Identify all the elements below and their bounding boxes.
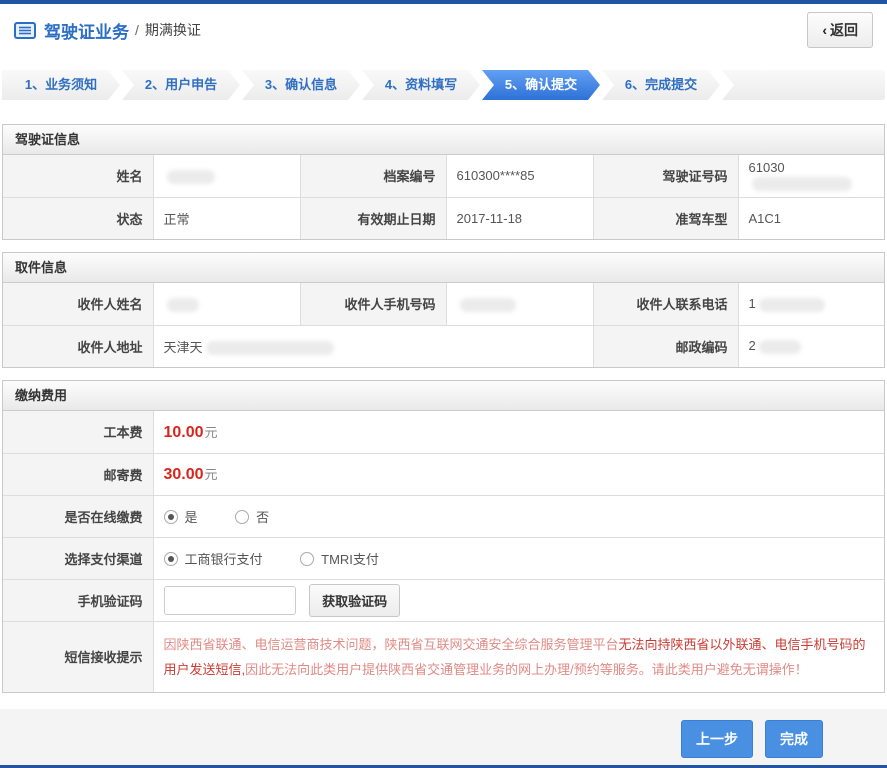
radio-option-yes[interactable]: 是 bbox=[163, 509, 198, 525]
table-row: 收件人地址 天津天 邮政编码 2 bbox=[3, 324, 884, 367]
field-value-recipient-phone: 1 bbox=[737, 283, 884, 325]
table-row: 工本费 10.00元 bbox=[3, 411, 884, 453]
step-6-complete-submit: 6、完成提交 bbox=[602, 70, 720, 100]
table-row: 邮寄费 30.00元 bbox=[3, 452, 884, 495]
step-3-confirm-info: 3、确认信息 bbox=[242, 70, 360, 100]
section-pickup-info: 取件信息 收件人姓名 收件人手机号码 收件人联系电话 1 收件人地址 天津天 邮… bbox=[2, 252, 885, 368]
field-value-vehicle-class: A1C1 bbox=[737, 196, 884, 239]
step-1-business-notes: 1、业务须知 bbox=[2, 70, 120, 100]
field-value-mailing-fee: 30.00元 bbox=[152, 452, 884, 495]
field-label-vehicle-class: 准驾车型 bbox=[592, 196, 738, 239]
field-label-license-number: 驾驶证号码 bbox=[592, 155, 738, 197]
breadcrumb-current: 期满换证 bbox=[144, 22, 201, 38]
radio-unselected-icon[interactable] bbox=[300, 551, 315, 566]
mailing-fee-amount: 30.00 bbox=[163, 466, 204, 483]
redacted-blur bbox=[166, 297, 199, 312]
footer-action-bar: 上一步 完成 bbox=[0, 709, 887, 768]
section-title-fees: 缴纳费用 bbox=[3, 381, 884, 411]
get-captcha-button[interactable]: 获取验证码 bbox=[309, 583, 401, 617]
field-label-expiry-date: 有效期止日期 bbox=[299, 196, 446, 239]
redacted-blur bbox=[166, 169, 215, 184]
field-label-production-fee: 工本费 bbox=[3, 411, 153, 453]
redacted-blur bbox=[758, 297, 825, 312]
section-fees: 缴纳费用 工本费 10.00元 邮寄费 30.00元 是否在线缴费 是 否 选择… bbox=[2, 380, 885, 694]
section-license-info: 驾驶证信息 姓名 档案编号 610300****85 驾驶证号码 61030 状… bbox=[2, 124, 885, 240]
redacted-blur bbox=[758, 340, 801, 355]
section-title-license: 驾驶证信息 bbox=[3, 125, 884, 155]
radio-unselected-icon[interactable] bbox=[235, 509, 250, 524]
page-title: 驾驶证业务 bbox=[44, 22, 129, 42]
table-row: 是否在线缴费 是 否 bbox=[3, 494, 884, 537]
field-label-file-number: 档案编号 bbox=[299, 155, 446, 197]
payment-channel-options: 工商银行支付 TMRI支付 bbox=[152, 536, 884, 579]
redacted-blur bbox=[205, 341, 334, 356]
field-label-recipient-name: 收件人姓名 bbox=[3, 283, 153, 325]
sms-notice-text: 因陕西省联通、电信运营商技术问题，陕西省互联网交通安全综合服务管理平台无法向持陕… bbox=[152, 620, 884, 693]
radio-option-icbc[interactable]: 工商银行支付 bbox=[163, 551, 263, 567]
redacted-blur bbox=[751, 177, 852, 192]
finish-button[interactable]: 完成 bbox=[765, 719, 823, 758]
field-label-recipient-address: 收件人地址 bbox=[3, 324, 153, 367]
field-label-online-payment: 是否在线缴费 bbox=[3, 494, 153, 537]
notice-text-part3: 因此无法向此类用户提供陕西省交通管理业务的网上办理/预约等服务。请此类用户避免无… bbox=[245, 661, 808, 677]
table-row: 短信接收提示 因陕西省联通、电信运营商技术问题，陕西省互联网交通安全综合服务管理… bbox=[3, 620, 884, 693]
section-title-pickup: 取件信息 bbox=[3, 253, 884, 283]
field-label-sms-notice: 短信接收提示 bbox=[3, 620, 153, 693]
field-value-license-number: 61030 bbox=[737, 155, 884, 197]
license-info-table: 姓名 档案编号 610300****85 驾驶证号码 61030 状态 正常 有… bbox=[3, 155, 884, 239]
field-value-expiry-date: 2017-11-18 bbox=[445, 196, 593, 239]
currency-unit: 元 bbox=[204, 467, 218, 482]
field-label-sms-captcha: 手机验证码 bbox=[3, 578, 153, 621]
field-value-recipient-name bbox=[152, 283, 300, 325]
radio-option-no[interactable]: 否 bbox=[235, 509, 269, 525]
field-label-status: 状态 bbox=[3, 196, 153, 239]
radio-option-tmri[interactable]: TMRI支付 bbox=[300, 551, 379, 567]
field-value-recipient-mobile bbox=[445, 283, 593, 325]
wizard-steps: 1、业务须知 2、用户申告 3、确认信息 4、资料填写 5、确认提交 6、完成提… bbox=[2, 70, 885, 100]
currency-unit: 元 bbox=[204, 424, 218, 440]
radio-selected-icon[interactable] bbox=[163, 551, 178, 566]
field-label-name: 姓名 bbox=[3, 155, 153, 197]
production-fee-amount: 10.00 bbox=[163, 423, 204, 441]
breadcrumb-separator: / bbox=[135, 22, 139, 38]
radio-selected-icon[interactable] bbox=[163, 509, 178, 524]
notice-text-part1: 因陕西省联通、电信运营商技术问题，陕西省互联网交通安全综合服务管理平台 bbox=[163, 636, 619, 652]
table-row: 状态 正常 有效期止日期 2017-11-18 准驾车型 A1C1 bbox=[3, 196, 884, 239]
back-button-label: 返回 bbox=[830, 22, 858, 38]
table-row: 收件人姓名 收件人手机号码 收件人联系电话 1 bbox=[3, 283, 884, 325]
redacted-blur bbox=[459, 297, 516, 312]
step-2-user-declaration: 2、用户申告 bbox=[122, 70, 240, 100]
step-5-confirm-submit-active: 5、确认提交 bbox=[482, 70, 600, 100]
steps-tail bbox=[722, 70, 885, 100]
page-header: 驾驶证业务 / 期满换证 ‹ 返回 bbox=[0, 4, 887, 56]
field-label-postal-code: 邮政编码 bbox=[592, 324, 738, 367]
chevron-left-icon: ‹ bbox=[822, 22, 827, 38]
table-row: 选择支付渠道 工商银行支付 TMRI支付 bbox=[3, 536, 884, 579]
previous-step-button[interactable]: 上一步 bbox=[681, 719, 753, 758]
field-label-recipient-mobile: 收件人手机号码 bbox=[299, 283, 446, 325]
table-row: 手机验证码 获取验证码 bbox=[3, 578, 884, 621]
field-label-payment-channel: 选择支付渠道 bbox=[3, 536, 153, 579]
captcha-input[interactable] bbox=[163, 585, 296, 615]
field-value-status: 正常 bbox=[152, 196, 300, 239]
pickup-info-table: 收件人姓名 收件人手机号码 收件人联系电话 1 收件人地址 天津天 邮政编码 2 bbox=[3, 283, 884, 367]
back-button[interactable]: ‹ 返回 bbox=[807, 12, 873, 48]
online-payment-options: 是 否 bbox=[152, 494, 884, 537]
step-4-fill-data: 4、资料填写 bbox=[362, 70, 480, 100]
field-label-recipient-phone: 收件人联系电话 bbox=[592, 283, 738, 325]
field-label-mailing-fee: 邮寄费 bbox=[3, 452, 153, 495]
document-list-icon bbox=[14, 21, 36, 39]
table-row: 姓名 档案编号 610300****85 驾驶证号码 61030 bbox=[3, 155, 884, 197]
field-value-name bbox=[152, 155, 300, 197]
field-value-recipient-address: 天津天 bbox=[152, 324, 593, 367]
field-value-file-number: 610300****85 bbox=[445, 155, 593, 197]
field-value-production-fee: 10.00元 bbox=[152, 411, 884, 453]
field-value-postal-code: 2 bbox=[737, 324, 884, 367]
fees-table: 工本费 10.00元 邮寄费 30.00元 是否在线缴费 是 否 选择支付渠道 … bbox=[3, 411, 884, 693]
sms-captcha-controls: 获取验证码 bbox=[152, 578, 884, 621]
